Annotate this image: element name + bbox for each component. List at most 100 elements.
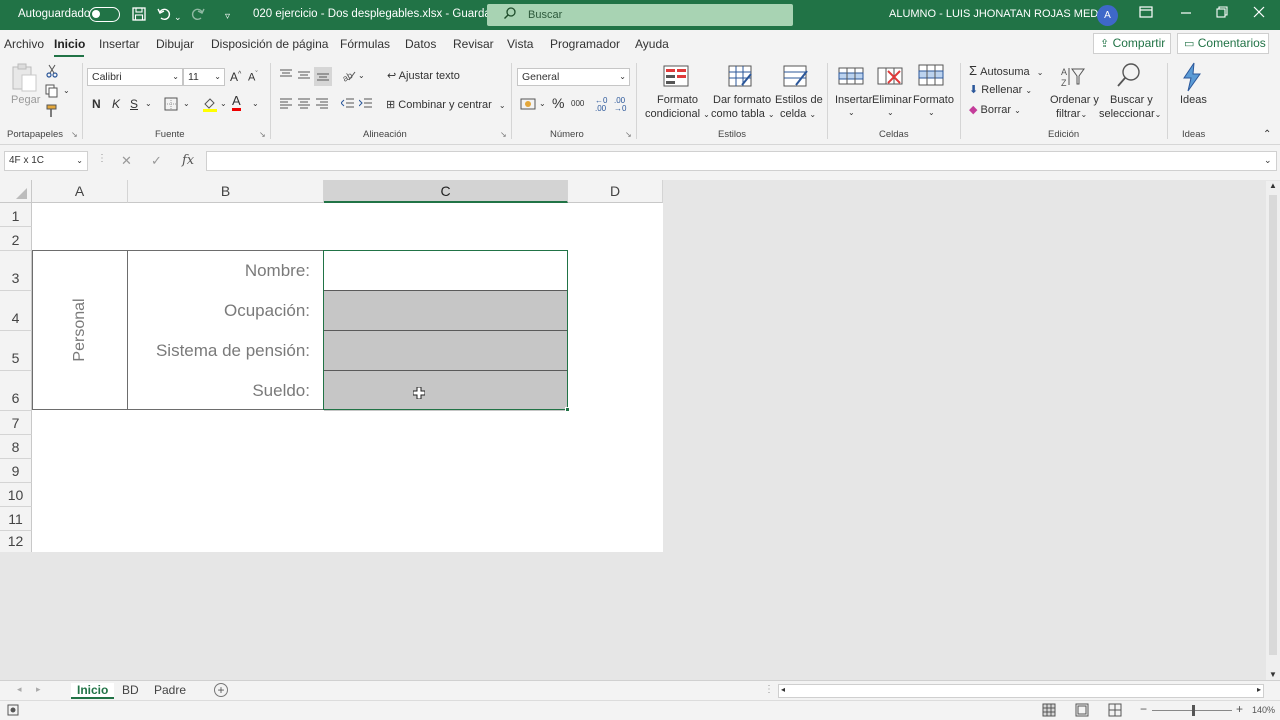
find-select-label-2[interactable]: seleccionar⌄ [1099,108,1161,120]
ribbon-display-icon[interactable] [1139,5,1153,22]
format-as-table-label-1[interactable]: Dar formato [713,94,771,106]
tab-formulas[interactable]: Fórmulas [340,37,390,51]
minimize-icon[interactable] [1180,5,1192,22]
format-as-table-icon[interactable] [728,65,754,89]
format-cells-label[interactable]: Formato [913,94,954,106]
cell-styles-label-2[interactable]: celda ⌄ [780,108,816,120]
customize-qat-icon[interactable]: ▿ [225,8,230,26]
find-select-label-1[interactable]: Buscar y [1110,94,1153,106]
increase-font-icon[interactable]: A^ [230,70,241,84]
search-box[interactable]: Buscar [487,4,793,26]
insert-cells-label[interactable]: Insertar [835,94,872,106]
row-header-6[interactable]: 6 [0,371,32,411]
wrap-text-button[interactable]: ↩ Ajustar texto [387,69,460,82]
undo-dropdown-icon[interactable]: ⌄ [174,8,182,26]
cell-styles-icon[interactable] [783,65,809,89]
delete-cells-label[interactable]: Eliminar [872,94,912,106]
row-header-10[interactable]: 10 [0,483,32,507]
sheet-tab-inicio[interactable]: Inicio [71,683,115,699]
user-name[interactable]: ALUMNO - LUIS JHONATAN ROJAS MEDINA [889,8,1117,20]
redo-icon[interactable] [190,6,206,26]
select-all-corner[interactable] [0,180,32,203]
delete-cells-icon[interactable] [877,65,903,89]
underline-button[interactable]: S [130,97,138,111]
accounting-format-icon[interactable] [520,98,536,113]
alignment-launcher-icon[interactable]: ↘ [500,130,507,139]
insert-function-icon[interactable]: fx [182,153,194,168]
font-launcher-icon[interactable]: ↘ [259,130,266,139]
fill-color-icon[interactable] [202,96,218,115]
increase-indent-icon[interactable] [358,97,373,112]
sort-filter-label-1[interactable]: Ordenar y [1050,94,1099,106]
cancel-icon[interactable]: ✕ [121,153,132,169]
autosum-button[interactable]: Σ Autosuma ⌄ [969,63,1043,78]
add-sheet-icon[interactable]: + [214,683,228,697]
share-button[interactable]: ⇪ Compartir [1093,33,1171,54]
font-name-select[interactable]: Calibri ⌄ [87,68,183,86]
sort-filter-label-2[interactable]: filtrar⌄ [1056,108,1087,120]
thousands-separator-button[interactable]: 000 [571,99,584,108]
scroll-right-icon[interactable]: ▸ [1257,685,1261,694]
fill-button[interactable]: ⬇ Rellenar ⌄ [969,83,1032,96]
column-header-a[interactable]: A [32,180,128,203]
ideas-label[interactable]: Ideas [1180,94,1207,106]
insert-dropdown-icon[interactable]: ⌄ [848,108,855,117]
align-bottom-icon[interactable] [314,67,332,86]
decrease-decimal-icon[interactable]: .00 →0 [614,97,626,113]
conditional-format-icon[interactable] [663,65,689,89]
orientation-dropdown-icon[interactable]: ⌄ [358,71,365,80]
row-header-5[interactable]: 5 [0,331,32,371]
normal-view-icon[interactable] [1042,703,1056,720]
find-select-icon[interactable] [1115,62,1141,87]
row-header-11[interactable]: 11 [0,507,32,531]
row-header-7[interactable]: 7 [0,411,32,435]
scroll-left-icon[interactable]: ◂ [781,685,785,694]
column-header-c[interactable]: C [324,180,568,203]
formula-input[interactable] [206,151,1277,171]
orientation-icon[interactable]: ab [341,68,357,85]
next-sheet-icon[interactable]: ▸ [36,684,41,695]
tab-archivo[interactable]: Archivo [4,37,44,51]
collapse-ribbon-icon[interactable]: ⌃ [1263,129,1271,140]
merge-center-button[interactable]: ⊞ Combinar y centrar ⌄ [386,98,506,111]
underline-dropdown-icon[interactable]: ⌄ [145,99,152,108]
tab-insertar[interactable]: Insertar [99,37,140,51]
tab-datos[interactable]: Datos [405,37,436,51]
align-middle-icon[interactable] [297,69,311,84]
column-header-d[interactable]: D [568,180,663,203]
clear-button[interactable]: ◆ Borrar ⌄ [969,103,1021,116]
font-color-dropdown-icon[interactable]: ⌄ [252,99,259,108]
tab-programador[interactable]: Programador [550,37,620,51]
conditional-format-label-2[interactable]: condicional ⌄ [645,108,710,120]
format-dropdown-icon[interactable]: ⌄ [928,108,935,117]
number-format-select[interactable]: General ⌄ [517,68,630,86]
font-color-icon[interactable]: A [232,94,241,111]
paste-label[interactable]: Pegar [11,94,40,106]
decrease-font-icon[interactable]: Aˇ [248,71,258,84]
scroll-down-icon[interactable]: ▼ [1269,670,1277,679]
sheet-tab-bd[interactable]: BD [122,683,139,697]
row-header-1[interactable]: 1 [0,203,32,227]
row-header-12[interactable]: 12 [0,531,32,552]
number-launcher-icon[interactable]: ↘ [625,130,632,139]
fill-handle[interactable] [565,407,570,412]
tab-vista[interactable]: Vista [507,37,533,51]
tab-disposicion[interactable]: Disposición de página [211,37,328,51]
conditional-format-label-1[interactable]: Formato [657,94,698,106]
decrease-indent-icon[interactable] [340,97,355,112]
percent-button[interactable]: % [552,95,564,111]
copy-dropdown-icon[interactable]: ⌄ [63,86,70,95]
row-header-3[interactable]: 3 [0,251,32,291]
name-box[interactable]: 4F x 1C ⌄ [4,151,88,171]
prev-sheet-icon[interactable]: ◂ [17,684,22,695]
enter-icon[interactable]: ✓ [151,153,162,169]
restore-icon[interactable] [1216,5,1228,22]
borders-icon[interactable] [164,97,178,114]
sheet-tab-padre[interactable]: Padre [154,683,186,697]
align-right-icon[interactable] [315,97,329,112]
fill-dropdown-icon[interactable]: ⌄ [220,99,227,108]
row-header-2[interactable]: 2 [0,227,32,251]
zoom-slider-thumb[interactable] [1192,705,1195,716]
align-center-icon[interactable] [297,97,311,112]
font-size-select[interactable]: 11 ⌄ [183,68,225,86]
